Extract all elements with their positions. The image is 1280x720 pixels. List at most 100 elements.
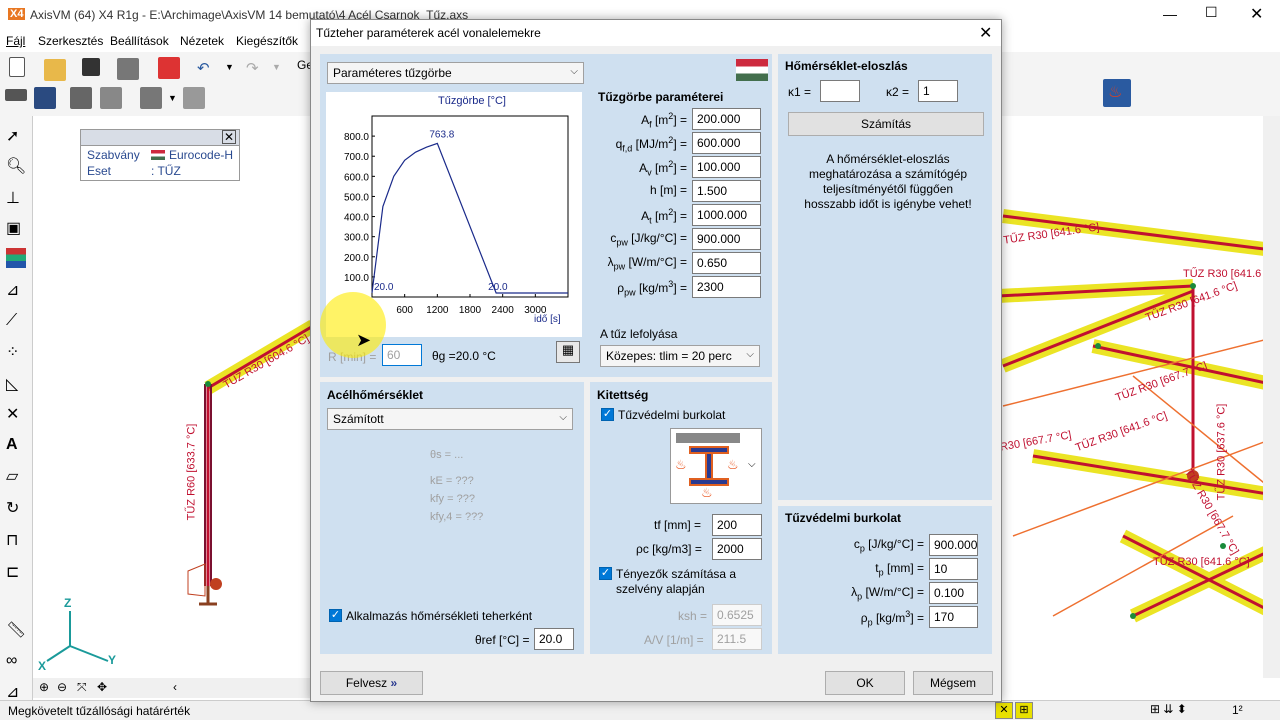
superscript-icon[interactable]: 1² <box>1232 703 1243 717</box>
menu-file[interactable]: Fájl <box>6 34 25 48</box>
pointer-icon[interactable]: ➚ <box>6 126 26 146</box>
ok-button[interactable]: OK <box>825 671 905 695</box>
calculate-button[interactable]: Számítás <box>788 112 984 136</box>
cladding-input[interactable]: 900.000 <box>929 534 978 556</box>
param-input[interactable]: 100.000 <box>692 156 761 178</box>
beam-icon[interactable]: ⊿ <box>6 280 26 300</box>
chevron-down-icon: ⌵ <box>559 412 567 423</box>
measure-icon[interactable]: ⊿ <box>6 682 26 702</box>
copy-icon[interactable]: ▣ <box>6 218 26 238</box>
kappa1-input[interactable] <box>820 80 860 102</box>
hook-icon[interactable]: ⊏ <box>6 562 26 582</box>
double-chevron-right-icon: » <box>390 676 398 690</box>
cladding-input[interactable]: 0.100 <box>929 582 978 604</box>
plane-icon[interactable]: ▱ <box>6 466 26 486</box>
text-icon[interactable]: A <box>6 436 26 456</box>
x-tick-label: 1800 <box>459 305 482 316</box>
status-tools-icon[interactable]: ⊞ ⇊ ⬍ <box>1150 702 1210 719</box>
view-icon[interactable] <box>183 87 205 109</box>
info-close-icon[interactable]: ✕ <box>221 130 236 144</box>
cladding-title: Tűzvédelmi burkolat <box>785 511 902 525</box>
dialog-close-icon[interactable]: ✕ <box>979 23 992 43</box>
factors-checkbox[interactable]: ✓ <box>599 567 612 580</box>
stack-dropdown-icon[interactable]: ▼ <box>168 93 177 103</box>
y-tick-label: 200.0 <box>344 253 369 264</box>
redo-dropdown-icon[interactable]: ▼ <box>272 62 281 72</box>
grid-points-icon[interactable]: ⁘ <box>6 342 26 362</box>
print-icon[interactable] <box>117 58 139 80</box>
cross-icon[interactable]: ✕ <box>6 404 26 424</box>
redo-icon[interactable]: ↷ <box>246 59 259 77</box>
menu-settings[interactable]: Beállítások <box>110 34 169 48</box>
undo-dropdown-icon[interactable]: ▼ <box>225 62 234 72</box>
node-icon[interactable]: ⊥ <box>6 188 26 208</box>
kappa2-input[interactable]: 1 <box>918 80 958 102</box>
zoom-in-icon[interactable]: ⊕ <box>39 680 49 694</box>
rhoc-input[interactable]: 2000 <box>712 538 762 560</box>
cladding-input[interactable]: 170 <box>929 606 978 628</box>
tf-input[interactable]: 200 <box>712 514 762 536</box>
open-folder-icon[interactable] <box>44 59 66 81</box>
fire-course-select[interactable]: Közepes: tlim = 20 perc ⌵ <box>600 345 760 367</box>
menu-edit[interactable]: Szerkesztés <box>38 34 103 48</box>
param-input[interactable]: 2300 <box>692 276 761 298</box>
menu-views[interactable]: Nézetek <box>180 34 224 48</box>
felvesz-button[interactable]: Felvesz » <box>320 671 423 695</box>
cladding-label: ρp [kg/m3] = <box>860 609 924 628</box>
pdf-icon[interactable] <box>158 57 180 79</box>
ksh-input[interactable]: 0.6525 <box>712 604 762 626</box>
factors-label: Tényezők számítása a szelvény alapján <box>616 567 737 596</box>
close-icon[interactable]: ✕ <box>1250 4 1263 24</box>
menu-extensions[interactable]: Kiegészítők <box>236 34 298 48</box>
report-icon[interactable] <box>100 87 122 109</box>
undo-icon[interactable]: ↶ <box>197 59 210 77</box>
fire-cladding-checkbox[interactable]: ✓ <box>601 408 614 421</box>
zoom-icon[interactable]: 🔍︎ <box>6 156 26 176</box>
y-tick-label: 300.0 <box>344 233 369 244</box>
zoom-out-icon[interactable]: ⊖ <box>57 680 67 694</box>
glasses-icon[interactable]: ∞ <box>6 652 26 672</box>
colors-icon[interactable] <box>6 248 26 268</box>
stack-icon[interactable] <box>140 87 162 109</box>
scroll-left-icon[interactable]: ‹ <box>173 680 177 694</box>
param-input[interactable]: 600.000 <box>692 132 761 154</box>
snap-icon[interactable]: ✕ <box>995 702 1013 719</box>
dimension-icon[interactable] <box>34 87 56 109</box>
av-input[interactable]: 211.5 <box>712 628 762 650</box>
slab-icon <box>676 433 740 443</box>
cancel-button[interactable]: Mégsem <box>913 671 993 695</box>
chair-icon[interactable]: ⊓ <box>6 530 26 550</box>
param-input[interactable]: 0.650 <box>692 252 761 274</box>
param-input[interactable]: 200.000 <box>692 108 761 130</box>
rotate-icon[interactable]: ↻ <box>6 498 26 518</box>
section-exposure-picker[interactable]: ♨ ♨ ♨ ⌵ <box>670 428 762 504</box>
line-icon[interactable]: ⟋ <box>6 312 26 332</box>
r-min-input[interactable]: 60 <box>382 344 422 366</box>
save-icon[interactable] <box>82 58 100 76</box>
right-scrollbar[interactable] <box>1263 116 1280 678</box>
maximize-icon[interactable]: ☐ <box>1205 4 1218 21</box>
ruler-icon[interactable]: 📏︎ <box>6 620 26 640</box>
param-input[interactable]: 900.000 <box>692 228 761 250</box>
layers-icon[interactable] <box>5 89 27 101</box>
cladding-input[interactable]: 10 <box>929 558 978 580</box>
fit-icon[interactable]: ⤧ <box>77 680 87 695</box>
new-file-icon[interactable] <box>9 57 25 77</box>
snap-grid-icon[interactable]: ⊞ <box>1015 702 1033 719</box>
axis-z-label: Z <box>64 596 72 610</box>
curve-type-select[interactable]: Paraméteres tűzgörbe ⌵ <box>327 62 584 84</box>
pan-icon[interactable]: ✥ <box>97 680 107 694</box>
param-label: Af [m2] = <box>641 111 687 130</box>
apply-thermal-checkbox[interactable]: ✓ <box>329 609 342 622</box>
steel-temp-select[interactable]: Számított ⌵ <box>327 408 573 430</box>
calculator-icon[interactable]: ▦ <box>556 341 580 363</box>
table-icon[interactable] <box>70 87 92 109</box>
param-label: At [m2] = <box>641 207 687 226</box>
theta-ref-input[interactable]: 20.0 <box>534 628 574 650</box>
y-tick-label: 800.0 <box>344 132 369 143</box>
minimize-icon[interactable]: — <box>1163 6 1177 22</box>
param-input[interactable]: 1000.000 <box>692 204 761 226</box>
data-label: 763.8 <box>429 129 454 140</box>
triangle-icon[interactable]: ◺ <box>6 374 26 394</box>
param-input[interactable]: 1.500 <box>692 180 761 202</box>
